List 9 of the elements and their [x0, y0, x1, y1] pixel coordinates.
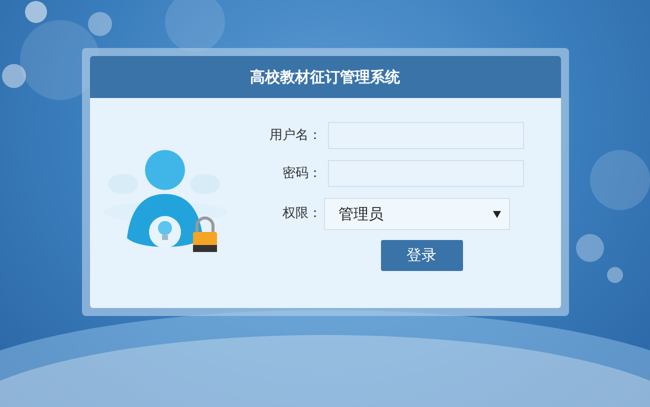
role-select[interactable]: 管理员	[324, 198, 510, 230]
username-field[interactable]	[328, 122, 524, 149]
window-title: 高校教材征订管理系统	[250, 66, 400, 88]
login-button[interactable]: 登录	[380, 240, 462, 271]
field-label: 用户名：	[268, 126, 322, 145]
field-label: 密码：	[282, 164, 322, 183]
field-label: 权限：	[282, 205, 322, 224]
password-field[interactable]	[328, 160, 524, 187]
caret-icon	[492, 210, 500, 218]
